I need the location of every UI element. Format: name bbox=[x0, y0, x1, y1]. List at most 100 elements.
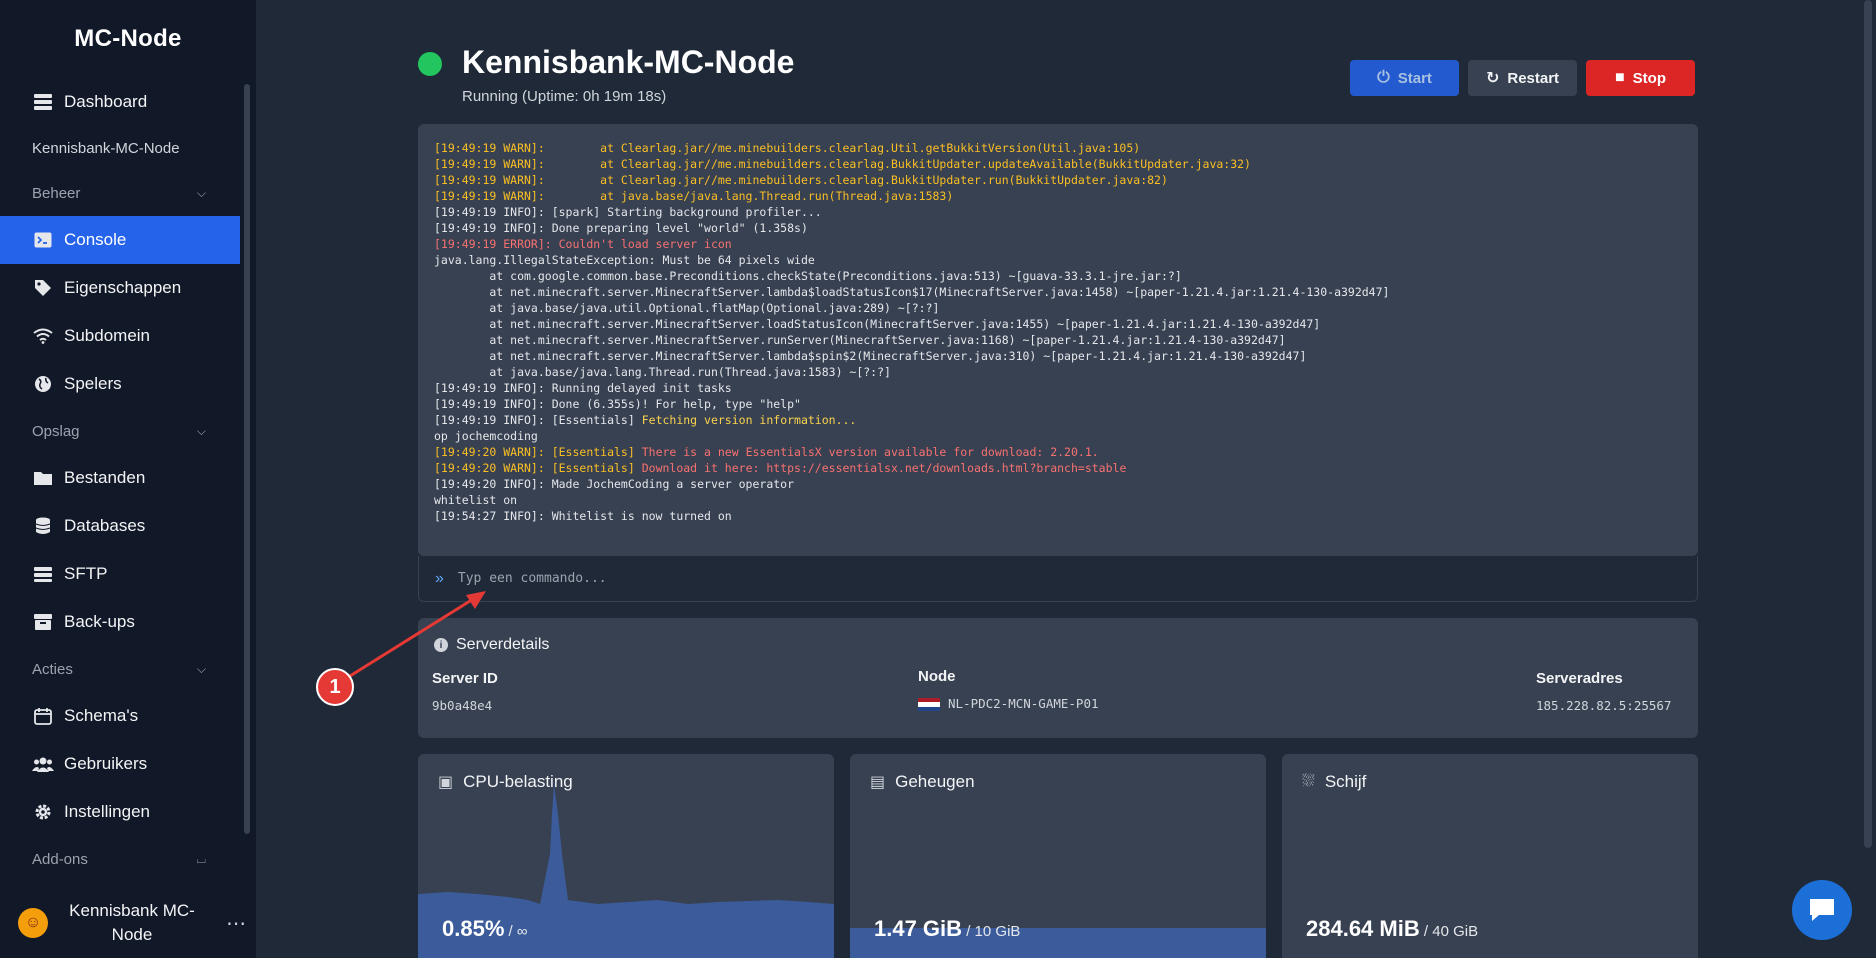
sidebar-section-add-ons[interactable]: Add-ons ⌴ bbox=[0, 836, 240, 882]
chat-icon bbox=[1810, 899, 1834, 921]
console-line: at net.minecraft.server.MinecraftServer.… bbox=[434, 285, 1390, 299]
sidebar-nav: Dashboard Kennisbank-MC-Node Beheer ⌵ Co… bbox=[0, 78, 240, 882]
sidebar-item-schemas[interactable]: Schema's bbox=[0, 692, 240, 740]
section-label: Add-ons bbox=[32, 850, 88, 868]
memory-card: ▤ Geheugen 1.47 GiB / 10 GiB bbox=[850, 754, 1266, 958]
console-line: [19:49:20 WARN]: [Essentials] Download i… bbox=[434, 461, 1127, 475]
sidebar-item-gebruikers[interactable]: Gebruikers bbox=[0, 740, 240, 788]
sidebar: MC-Node Dashboard Kennisbank-MC-Node Beh… bbox=[0, 0, 256, 958]
sidebar-item-instellingen[interactable]: Instellingen bbox=[0, 788, 240, 836]
sidebar-section-opslag[interactable]: Opslag ⌵ bbox=[0, 408, 240, 454]
page-title: Kennisbank-MC-Node bbox=[462, 44, 795, 80]
server-stack-icon bbox=[32, 91, 54, 113]
disk-value: 284.64 MiB / 40 GiB bbox=[1306, 916, 1478, 942]
sidebar-item-label: Back-ups bbox=[64, 612, 135, 631]
command-input[interactable] bbox=[457, 571, 1658, 586]
cpu-card: ▣ CPU-belasting 0.85% / ∞ bbox=[418, 754, 834, 958]
sidebar-item-label: Databases bbox=[64, 516, 146, 535]
console-line: at java.base/java.lang.Thread.run(Thread… bbox=[434, 365, 891, 379]
cpu-value: 0.85% / ∞ bbox=[442, 916, 528, 942]
sidebar-server-name: Kennisbank-MC-Node bbox=[32, 139, 180, 157]
details-title-text: Serverdetails bbox=[456, 636, 550, 653]
console-line: [19:49:19 WARN]: at Clearlag.jar//me.min… bbox=[434, 141, 1141, 155]
sidebar-item-eigenschappen[interactable]: Eigenschappen bbox=[0, 264, 240, 312]
chevron-down-icon: ⌵ bbox=[196, 423, 206, 438]
restart-button-label: Restart bbox=[1507, 69, 1560, 87]
user-name: Kennisbank MC- Node bbox=[48, 899, 216, 947]
gear-icon bbox=[32, 801, 54, 823]
chevron-down-icon: ⌵ bbox=[196, 185, 206, 200]
cpu-chip-icon: ▣ bbox=[438, 774, 454, 791]
cpu-max-text: / ∞ bbox=[504, 923, 528, 940]
more-options-icon[interactable]: ⋯ bbox=[216, 911, 256, 936]
memory-value: 1.47 GiB / 10 GiB bbox=[874, 916, 1020, 942]
user-name-line: Kennisbank MC- bbox=[69, 901, 195, 920]
disk-card: ⛆ Schijf 284.64 MiB / 40 GiB bbox=[1282, 754, 1698, 958]
memory-title: ▤ Geheugen bbox=[870, 772, 975, 792]
disk-title-text: Schijf bbox=[1324, 772, 1367, 791]
sidebar-scrollbar[interactable] bbox=[244, 84, 250, 834]
sidebar-item-label: Bestanden bbox=[64, 468, 146, 487]
console-line: [19:49:19 INFO]: [Essentials] Fetching v… bbox=[434, 413, 857, 427]
sidebar-item-label: Instellingen bbox=[64, 802, 151, 821]
sidebar-item-label: SFTP bbox=[64, 564, 108, 583]
power-icon: ⏻ bbox=[1377, 69, 1390, 86]
memory-title-text: Geheugen bbox=[895, 772, 975, 791]
start-button-label: Start bbox=[1397, 69, 1432, 87]
sidebar-item-dashboard[interactable]: Dashboard bbox=[0, 78, 240, 126]
user-menu[interactable]: ☺ Kennisbank MC- Node ⋯ bbox=[0, 888, 256, 958]
console-line: [19:49:20 INFO]: Made JochemCoding a ser… bbox=[434, 477, 795, 491]
console-line: [19:49:19 INFO]: Done preparing level "w… bbox=[434, 221, 808, 235]
terminal-icon bbox=[32, 229, 54, 251]
console-line: [19:49:19 INFO]: Running delayed init ta… bbox=[434, 381, 732, 395]
console-line: [19:49:19 ERROR]: Couldn't load server i… bbox=[434, 237, 732, 251]
section-label: Beheer bbox=[32, 184, 81, 202]
console-line: [19:49:19 WARN]: at Clearlag.jar//me.min… bbox=[434, 173, 1168, 187]
server-id-label: Server ID bbox=[432, 670, 498, 687]
memory-value-text: 1.47 GiB bbox=[874, 916, 963, 941]
stop-button[interactable]: ■ Stop bbox=[1586, 60, 1695, 96]
console-line: whitelist on bbox=[434, 493, 518, 507]
chat-button[interactable] bbox=[1792, 880, 1852, 940]
start-button[interactable]: ⏻ Start bbox=[1350, 60, 1459, 96]
restart-button[interactable]: ↻ Restart bbox=[1468, 60, 1577, 96]
console-line: at net.minecraft.server.MinecraftServer.… bbox=[434, 349, 1307, 363]
refresh-icon: ↻ bbox=[1485, 70, 1500, 87]
users-icon bbox=[32, 753, 54, 775]
details-title: i Serverdetails bbox=[434, 636, 549, 654]
main-content: Kennisbank-MC-Node Running (Uptime: 0h 1… bbox=[256, 0, 1876, 958]
node-label: Node bbox=[918, 668, 956, 685]
brand-logo[interactable]: MC-Node bbox=[0, 0, 256, 78]
page-scrollbar[interactable] bbox=[1864, 0, 1872, 848]
sidebar-item-sftp[interactable]: SFTP bbox=[0, 550, 240, 598]
sidebar-item-spelers[interactable]: Spelers bbox=[0, 360, 240, 408]
sidebar-item-bestanden[interactable]: Bestanden bbox=[0, 454, 240, 502]
avatar[interactable]: ☺ bbox=[18, 908, 48, 938]
sidebar-item-label: Eigenschappen bbox=[64, 278, 182, 297]
disk-value-text: 284.64 MiB bbox=[1306, 916, 1420, 941]
sidebar-section-beheer[interactable]: Beheer ⌵ bbox=[0, 170, 240, 216]
cpu-title: ▣ CPU-belasting bbox=[438, 772, 573, 792]
server-id-value: 9b0a48e4 bbox=[432, 698, 493, 713]
disk-title: ⛆ Schijf bbox=[1302, 772, 1366, 792]
memory-icon: ▤ bbox=[870, 774, 886, 791]
sidebar-item-databases[interactable]: Databases bbox=[0, 502, 240, 550]
layers-icon bbox=[32, 563, 54, 585]
sidebar-item-console[interactable]: Console bbox=[0, 216, 240, 264]
sidebar-item-subdomein[interactable]: Subdomein bbox=[0, 312, 240, 360]
stop-button-label: Stop bbox=[1632, 69, 1666, 87]
cpu-value-text: 0.85% bbox=[442, 916, 505, 941]
console-line: [19:49:19 INFO]: Done (6.355s)! For help… bbox=[434, 397, 801, 411]
memory-max-text: / 10 GiB bbox=[962, 923, 1021, 940]
sidebar-item-label: Spelers bbox=[64, 374, 122, 393]
disk-max-text: / 40 GiB bbox=[1419, 923, 1479, 940]
console-line: [19:49:20 WARN]: [Essentials] There is a… bbox=[434, 445, 1099, 459]
console-line: at com.google.common.base.Preconditions.… bbox=[434, 269, 1182, 283]
sidebar-section-acties[interactable]: Acties ⌵ bbox=[0, 646, 240, 692]
console-line: [19:49:19 INFO]: [spark] Starting backgr… bbox=[434, 205, 822, 219]
sidebar-item-back-ups[interactable]: Back-ups bbox=[0, 598, 240, 646]
server-details-card: i Serverdetails Server ID 9b0a48e4 Node … bbox=[418, 618, 1698, 738]
console-output[interactable]: [19:49:19 WARN]: at Clearlag.jar//me.min… bbox=[418, 124, 1698, 556]
calendar-icon bbox=[32, 705, 54, 727]
server-address-value: 185.228.82.5:25567 bbox=[1536, 698, 1672, 713]
